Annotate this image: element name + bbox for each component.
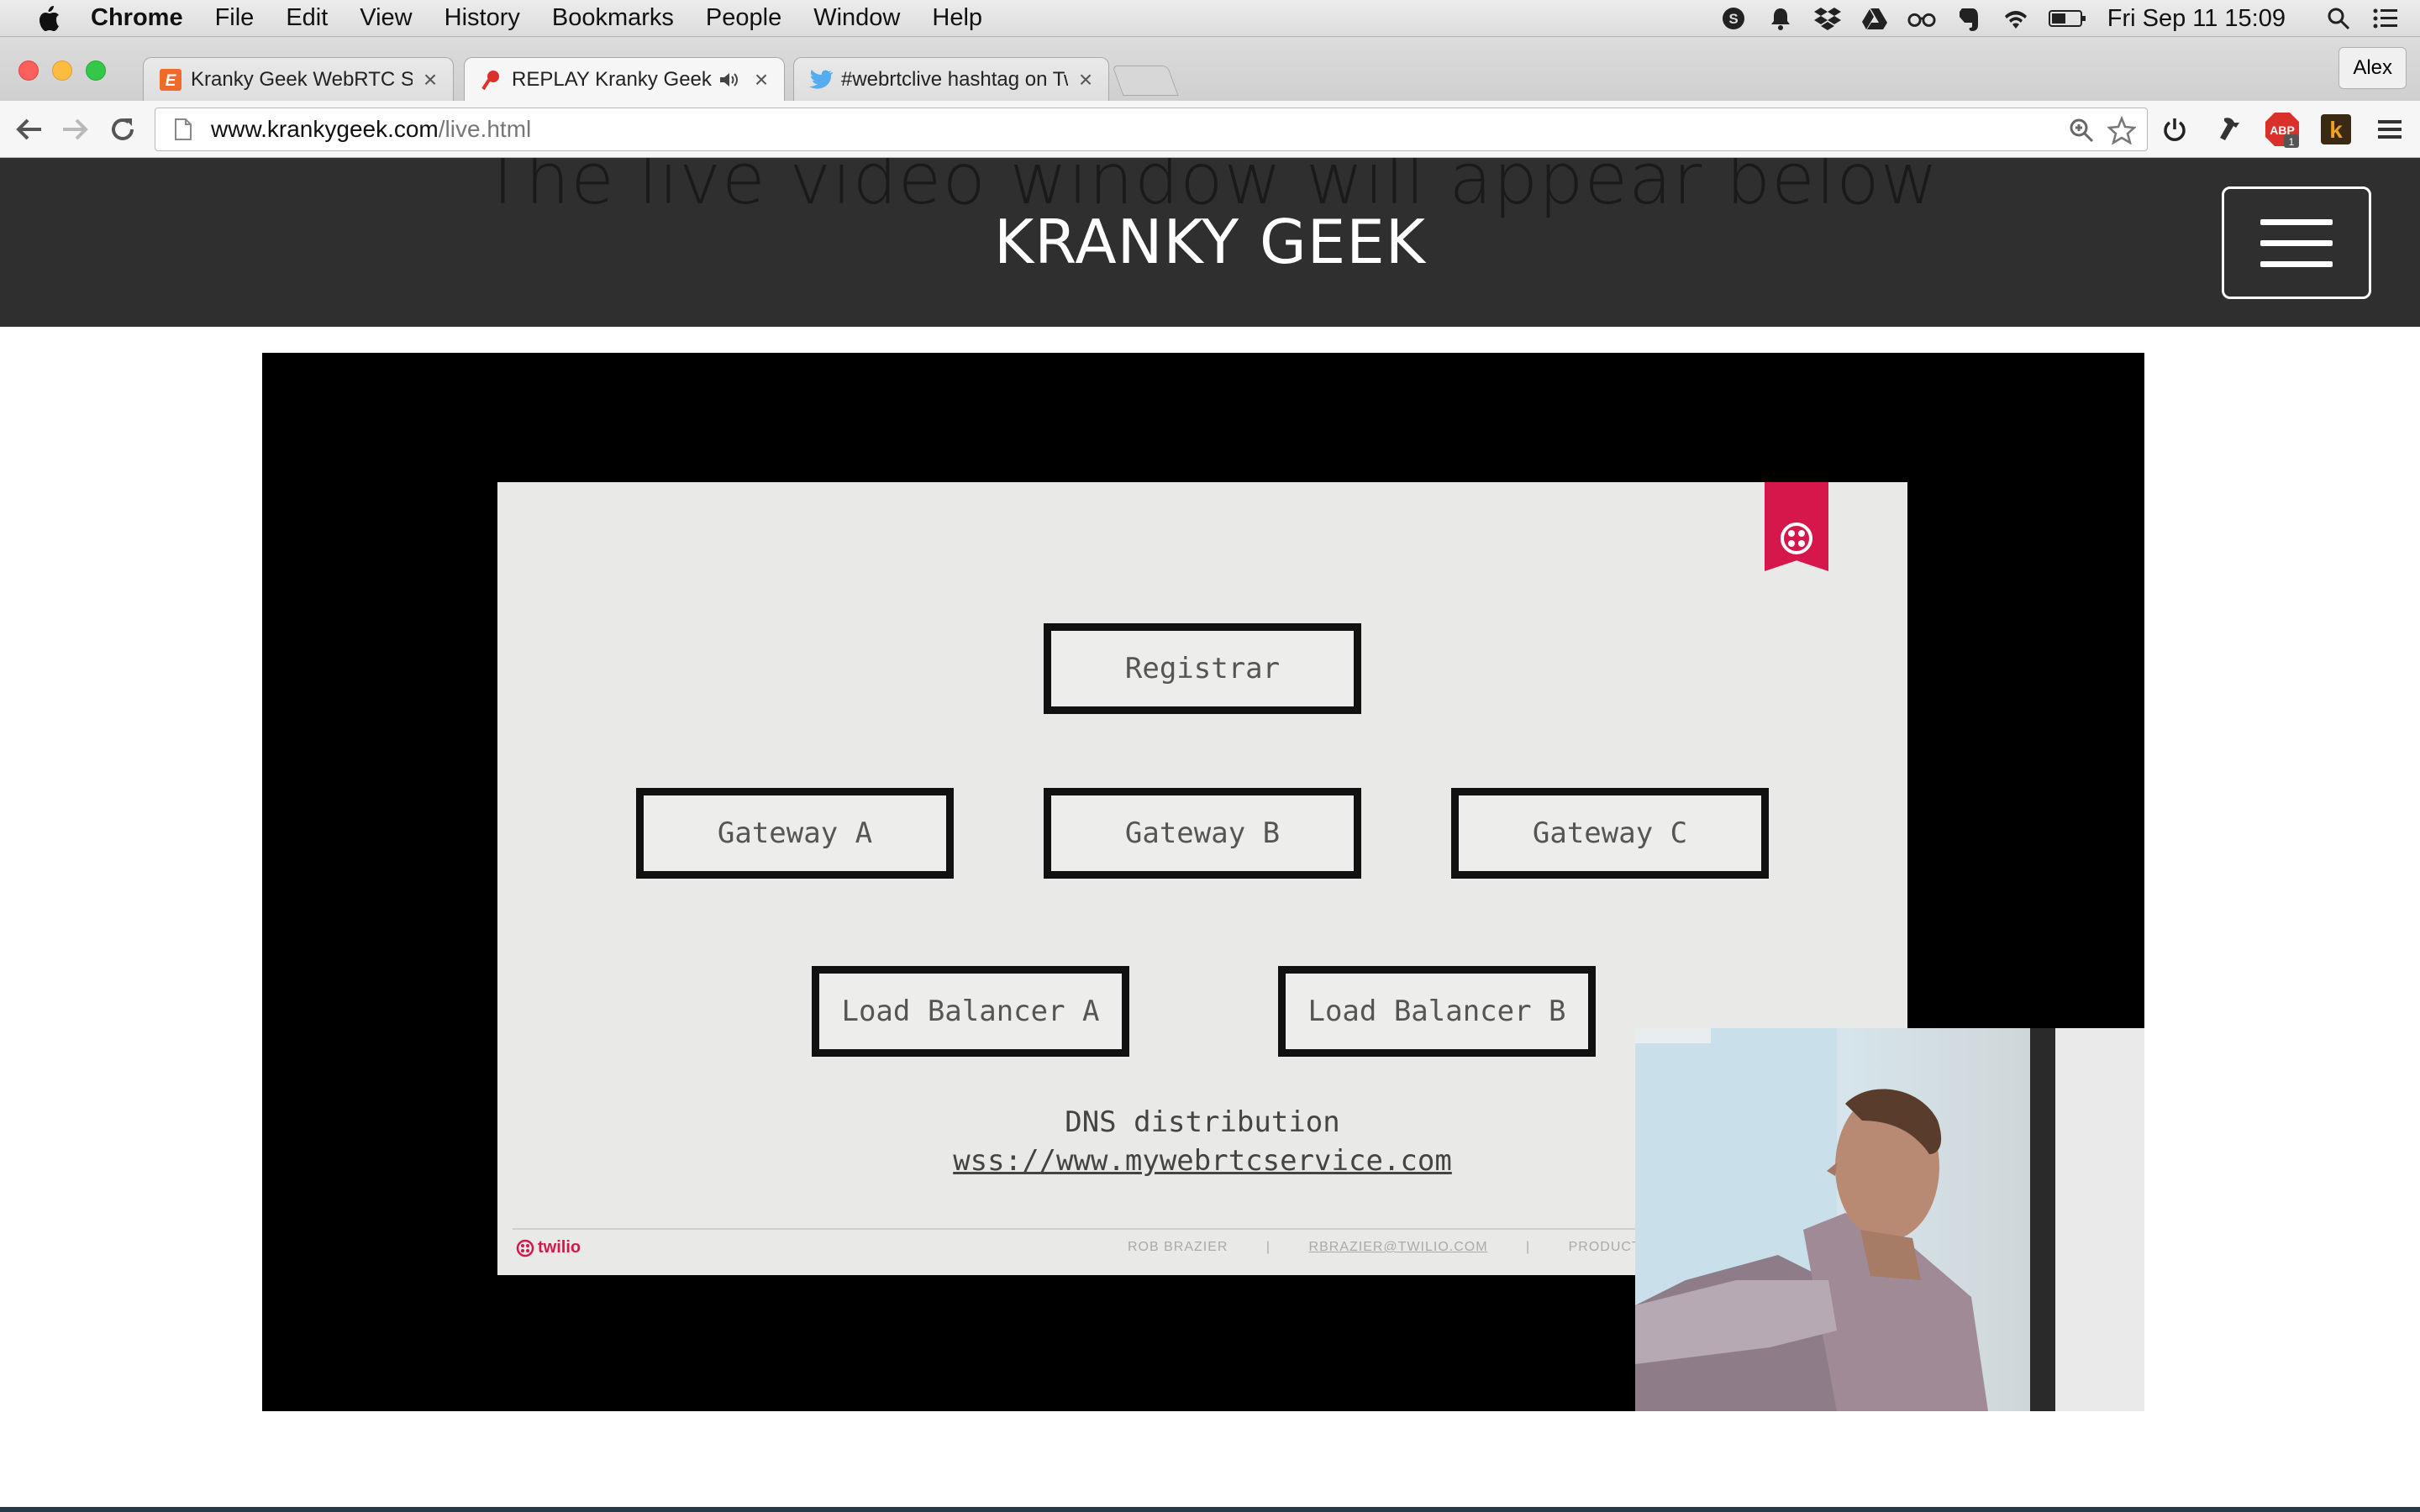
speaker-camera-feed — [1635, 1028, 2144, 1411]
window-minimize-button[interactable] — [52, 60, 72, 81]
tab-title: REPLAY Kranky Geek — [512, 67, 712, 91]
tab-title: #webrtclive hashtag on Twitt — [841, 67, 1068, 91]
wifi-icon[interactable] — [2002, 4, 2030, 33]
menu-bar: Chrome File Edit View History Bookmarks … — [0, 0, 2420, 37]
k-label: k — [2329, 117, 2343, 143]
forward-arrow-icon[interactable] — [59, 113, 92, 146]
presenter-email: RBRAZIER@TWILIO.COM — [1308, 1240, 1488, 1254]
site-header: The live video window will appear below … — [0, 158, 2420, 327]
notification-bell-icon[interactable] — [1766, 4, 1795, 33]
browser-toolbar: www.krankygeek.com/live.html ABP 1 k — [0, 101, 2420, 158]
menu-edit[interactable]: Edit — [286, 4, 328, 32]
twilio-mark-icon — [516, 1239, 534, 1257]
menu-bookmarks[interactable]: Bookmarks — [552, 4, 674, 32]
zoom-magnifier-icon[interactable] — [2066, 115, 2096, 145]
evernote-icon[interactable] — [1954, 4, 1983, 33]
site-title[interactable]: KRANKY GEEK — [0, 207, 2420, 277]
speaker-video-image — [1635, 1028, 2144, 1411]
menu-help[interactable]: Help — [932, 4, 982, 32]
pin-icon — [480, 68, 503, 92]
footer-separator: | — [1526, 1240, 1531, 1254]
profile-button[interactable]: Alex — [2338, 47, 2407, 89]
dock-edge — [0, 1507, 2420, 1512]
gateway-c-box: Gateway C — [1451, 788, 1769, 879]
url-host: www.krankygeek.com — [211, 116, 439, 142]
window-close-button[interactable] — [18, 60, 39, 81]
twilio-logo-icon — [1765, 482, 1828, 571]
tab-title: Kranky Geek WebRTC Show — [191, 67, 413, 91]
menu-app-chrome[interactable]: Chrome — [91, 4, 183, 32]
power-icon[interactable] — [2156, 111, 2193, 148]
tab-close-icon[interactable]: × — [1075, 66, 1097, 93]
dropbox-icon[interactable] — [1813, 4, 1842, 33]
slide-brand: twilio — [516, 1238, 581, 1257]
menu-clock[interactable]: Fri Sep 11 15:09 — [2107, 5, 2286, 33]
live-video-player[interactable]: Registrar Gateway A Gateway B Gateway C … — [262, 353, 2144, 1411]
menu-history[interactable]: History — [445, 4, 520, 32]
page-icon — [171, 117, 196, 142]
tab-close-icon[interactable]: × — [750, 66, 772, 93]
gateway-a-box: Gateway A — [636, 788, 954, 879]
abp-badge: 1 — [2289, 136, 2295, 148]
skype-icon[interactable]: S — [1719, 4, 1748, 33]
status-area: S Fri Sep 11 15:09 — [1701, 0, 2400, 37]
apple-menu-icon[interactable] — [30, 0, 67, 37]
twitter-bird-icon — [809, 68, 833, 92]
url-path: /live.html — [438, 116, 532, 142]
speaker-audio-icon[interactable] — [718, 71, 744, 89]
chrome-menu-icon[interactable] — [2371, 111, 2408, 148]
site-menu-button[interactable] — [2222, 186, 2371, 299]
tab-kranky-geek-show[interactable]: E Kranky Geek WebRTC Show × — [143, 57, 454, 101]
k-extension-icon[interactable]: k — [2317, 111, 2354, 148]
window-zoom-button[interactable] — [86, 60, 106, 81]
glasses-icon[interactable] — [1907, 4, 1936, 33]
presenter-name: ROB BRAZIER — [1128, 1240, 1228, 1254]
web-page: The live video window will appear below … — [0, 158, 2420, 1512]
address-bar[interactable]: www.krankygeek.com/live.html — [155, 108, 2148, 151]
menu-bar-line — [2260, 260, 2333, 267]
registrar-box: Registrar — [1044, 623, 1361, 714]
spotlight-search-icon[interactable] — [2324, 4, 2353, 33]
slide-brand-text: twilio — [538, 1238, 581, 1257]
menu-bar-line — [2260, 218, 2333, 225]
svg-text:S: S — [1728, 11, 1738, 27]
tab-webrtclive-twitter[interactable]: #webrtclive hashtag on Twitt × — [793, 57, 1109, 101]
menu-bar-line — [2260, 239, 2333, 246]
new-tab-button[interactable] — [1112, 66, 1179, 96]
menu-people[interactable]: People — [706, 4, 781, 32]
load-balancer-a-box: Load Balancer A — [812, 966, 1129, 1057]
battery-icon[interactable] — [2048, 4, 2087, 33]
load-balancer-b-box: Load Balancer B — [1278, 966, 1596, 1057]
google-drive-icon[interactable] — [1860, 4, 1889, 33]
notification-center-icon[interactable] — [2371, 4, 2400, 33]
footer-separator: | — [1265, 1240, 1271, 1254]
back-arrow-icon[interactable] — [12, 113, 45, 146]
extension-puzzle-icon[interactable] — [2210, 111, 2247, 148]
tab-close-icon[interactable]: × — [419, 66, 441, 93]
adblock-plus-icon[interactable]: ABP 1 — [2264, 111, 2301, 148]
menu-window[interactable]: Window — [813, 4, 900, 32]
gateway-b-box: Gateway B — [1044, 788, 1361, 879]
tab-replay-kranky-geek[interactable]: REPLAY Kranky Geek × — [464, 57, 785, 101]
bookmark-star-icon[interactable] — [2107, 115, 2137, 145]
tab-strip: E Kranky Geek WebRTC Show × REPLAY Krank… — [0, 37, 2420, 101]
reload-icon[interactable] — [106, 113, 139, 146]
e-icon: E — [159, 68, 182, 92]
svg-text:E: E — [166, 72, 177, 90]
menu-file[interactable]: File — [215, 4, 255, 32]
menu-view[interactable]: View — [360, 4, 412, 32]
